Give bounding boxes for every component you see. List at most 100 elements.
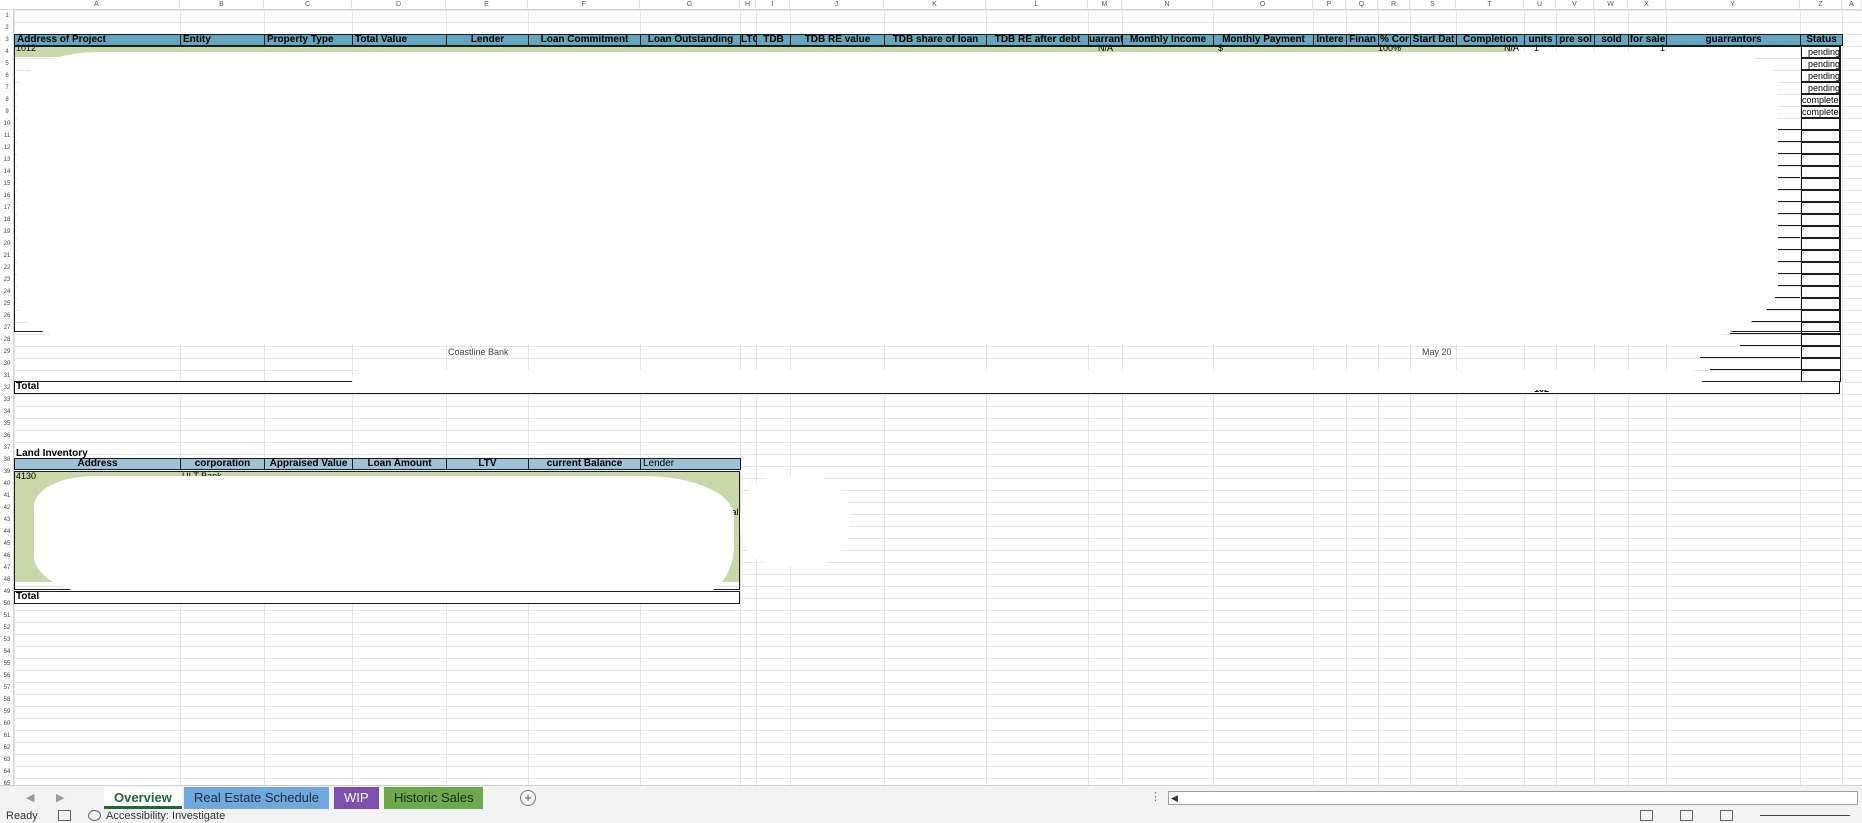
status-cell[interactable]: pending	[1801, 58, 1841, 70]
column-header[interactable]: Y	[1666, 0, 1800, 10]
column-header[interactable]: B	[180, 0, 264, 10]
row-header[interactable]: 57	[0, 682, 14, 694]
column-header[interactable]: J	[790, 0, 884, 10]
row-header[interactable]: 25	[0, 298, 14, 310]
column-header[interactable]: W	[1594, 0, 1628, 10]
projects-header-cell[interactable]: LTC	[740, 34, 757, 46]
column-header[interactable]: H	[740, 0, 756, 10]
projects-header-cell[interactable]: Loan Commitment	[528, 34, 641, 46]
projects-header-cell[interactable]: TDB RE after debt	[986, 34, 1089, 46]
column-header[interactable]: O	[1213, 0, 1313, 10]
projects-header-cell[interactable]: Entity	[180, 34, 265, 46]
projects-header-cell[interactable]: Start Dat	[1410, 34, 1457, 46]
row-header[interactable]: 19	[0, 226, 14, 238]
row-header[interactable]: 7	[0, 82, 14, 94]
row-header[interactable]: 6	[0, 70, 14, 82]
projects-header-cell[interactable]: Address of Project	[14, 34, 181, 46]
land-header-cell[interactable]: Loan Amount	[352, 458, 447, 470]
row-header[interactable]: 3	[0, 34, 14, 46]
land-header-cell[interactable]: LTV	[446, 458, 529, 470]
row-header[interactable]: 2	[0, 22, 14, 34]
projects-header-cell[interactable]: Status	[1800, 34, 1843, 46]
column-header[interactable]: X	[1628, 0, 1666, 10]
projects-header-cell[interactable]: TDB	[756, 34, 791, 46]
column-header[interactable]: Z	[1800, 0, 1842, 10]
row-header[interactable]: 24	[0, 286, 14, 298]
accessibility-status[interactable]: Accessibility: Investigate	[106, 809, 225, 823]
row-header[interactable]: 4	[0, 46, 14, 58]
column-header[interactable]: N	[1122, 0, 1213, 10]
tab-overview[interactable]: Overview	[104, 787, 182, 809]
row-header[interactable]: 50	[0, 598, 14, 610]
tab-wip[interactable]: WIP	[334, 787, 379, 809]
projects-header-cell[interactable]: pre sol	[1556, 34, 1595, 46]
row-header[interactable]: 45	[0, 538, 14, 550]
land-header-cell[interactable]: current Balance	[528, 458, 641, 470]
next-sheet-icon[interactable]: ▶	[56, 791, 64, 804]
status-cell-empty[interactable]	[1801, 226, 1841, 238]
land-header-cell[interactable]: Lender	[640, 458, 741, 470]
row-header[interactable]: 54	[0, 646, 14, 658]
column-header[interactable]: F	[528, 0, 640, 10]
row-header[interactable]: 41	[0, 490, 14, 502]
cell-start-row28[interactable]: May 20	[1422, 346, 1452, 358]
row-header[interactable]: 44	[0, 526, 14, 538]
projects-header-cell[interactable]: Total Value	[352, 34, 447, 46]
more-options-icon[interactable]: ⋮	[1150, 790, 1161, 803]
row-header[interactable]: 31	[0, 370, 14, 382]
status-cell-empty[interactable]	[1801, 346, 1841, 358]
column-header[interactable]: A	[1842, 0, 1862, 10]
row-header[interactable]: 14	[0, 166, 14, 178]
column-header[interactable]: D	[352, 0, 446, 10]
row-header[interactable]: 40	[0, 478, 14, 490]
row-header[interactable]: 56	[0, 670, 14, 682]
row-header[interactable]: 37	[0, 442, 14, 454]
row-header[interactable]: 18	[0, 214, 14, 226]
row-header[interactable]: 36	[0, 430, 14, 442]
status-cell-empty[interactable]	[1801, 166, 1841, 178]
row-header[interactable]: 9	[0, 106, 14, 118]
row-header[interactable]: 16	[0, 190, 14, 202]
status-cell[interactable]: pending	[1801, 70, 1841, 82]
row-header[interactable]: 42	[0, 502, 14, 514]
page-layout-icon[interactable]	[1680, 810, 1693, 821]
row-header[interactable]: 53	[0, 634, 14, 646]
row-header[interactable]: 51	[0, 610, 14, 622]
cell-address-row5[interactable]: 1012	[16, 42, 36, 54]
column-header[interactable]: C	[264, 0, 352, 10]
row-header[interactable]: 46	[0, 550, 14, 562]
column-header[interactable]: S	[1410, 0, 1456, 10]
zoom-slider[interactable]	[1760, 815, 1850, 816]
row-header[interactable]: 59	[0, 706, 14, 718]
column-header[interactable]: A	[14, 0, 180, 10]
row-header[interactable]: 22	[0, 262, 14, 274]
row-header[interactable]: 1	[0, 10, 14, 22]
column-header[interactable]: R	[1378, 0, 1410, 10]
row-header[interactable]: 5	[0, 58, 14, 70]
macro-icon[interactable]	[58, 810, 71, 821]
row-header[interactable]: 15	[0, 178, 14, 190]
row-header[interactable]: 49	[0, 586, 14, 598]
row-header[interactable]: 21	[0, 250, 14, 262]
row-header[interactable]: 58	[0, 694, 14, 706]
projects-header-cell[interactable]: TDB RE value	[790, 34, 885, 46]
land-cell-address-row40[interactable]: 4130	[16, 470, 36, 482]
column-header[interactable]: K	[884, 0, 986, 10]
row-header[interactable]: 47	[0, 562, 14, 574]
row-header[interactable]: 17	[0, 202, 14, 214]
column-header[interactable]: I	[756, 0, 790, 10]
status-cell[interactable]: completed	[1801, 106, 1841, 118]
row-header[interactable]: 34	[0, 406, 14, 418]
row-header[interactable]: 28	[0, 334, 14, 346]
projects-header-cell[interactable]: Lender	[446, 34, 529, 46]
projects-header-cell[interactable]: Loan Outstanding	[640, 34, 741, 46]
cell-lender-row28[interactable]: Coastline Bank	[448, 346, 509, 358]
row-header[interactable]: 43	[0, 514, 14, 526]
row-header[interactable]: 38	[0, 454, 14, 466]
land-header-cell[interactable]: Appraised Value	[264, 458, 353, 470]
projects-header-cell[interactable]: Monthly Income	[1122, 34, 1214, 46]
land-header-cell[interactable]: corporation	[180, 458, 265, 470]
status-cell-empty[interactable]	[1801, 286, 1841, 298]
accessibility-icon[interactable]	[88, 810, 101, 821]
column-header[interactable]: T	[1456, 0, 1524, 10]
